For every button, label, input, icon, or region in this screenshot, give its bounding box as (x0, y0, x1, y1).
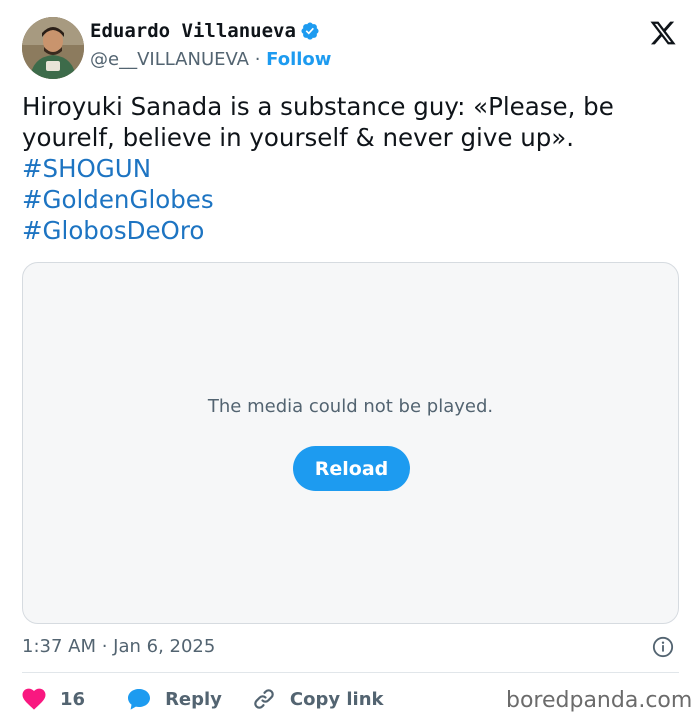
reload-button[interactable]: Reload (293, 446, 410, 491)
copy-link-label: Copy link (289, 688, 384, 710)
avatar[interactable] (22, 17, 84, 79)
copy-link-button[interactable]: Copy link (252, 687, 384, 711)
reply-bubble-icon (128, 688, 151, 710)
author-handle-row: @e__VILLANUEVA · Follow (90, 49, 331, 70)
reply-label: Reply (165, 688, 222, 710)
hashtag-shogun[interactable]: #SHOGUN (22, 153, 682, 184)
follow-button[interactable]: Follow (266, 49, 331, 70)
info-icon[interactable] (652, 636, 674, 658)
divider (22, 672, 679, 673)
like-button[interactable]: 16 (22, 688, 85, 710)
media-error-message: The media could not be played. (207, 396, 494, 417)
tweet-text: Hiroyuki Sanada is a substance guy: «Ple… (22, 91, 682, 246)
author-handle[interactable]: @e__VILLANUEVA (90, 49, 249, 70)
reply-button[interactable]: Reply (127, 688, 222, 711)
action-bar: 16 Reply Copy link (22, 684, 384, 714)
x-logo-icon[interactable] (649, 19, 677, 47)
author-name-row: Eduardo Villanueva (90, 20, 320, 42)
author-name[interactable]: Eduardo Villanueva (90, 20, 296, 42)
timestamp[interactable]: 1:37 AM · Jan 6, 2025 (22, 636, 215, 657)
watermark: boredpanda.com (506, 688, 693, 713)
like-count: 16 (60, 688, 86, 710)
heart-icon (22, 688, 46, 710)
link-icon (254, 689, 274, 709)
hashtag-goldenglobes[interactable]: #GoldenGlobes (22, 184, 682, 215)
media-player[interactable]: The media could not be played. Reload (22, 262, 679, 624)
handle-separator: · (248, 49, 267, 70)
tweet-body: Hiroyuki Sanada is a substance guy: «Ple… (22, 92, 614, 152)
tweet-card: Eduardo Villanueva @e__VILLANUEVA · Foll… (0, 0, 700, 725)
verified-badge-icon (301, 22, 319, 40)
hashtag-globosdeoro[interactable]: #GlobosDeOro (22, 215, 682, 246)
